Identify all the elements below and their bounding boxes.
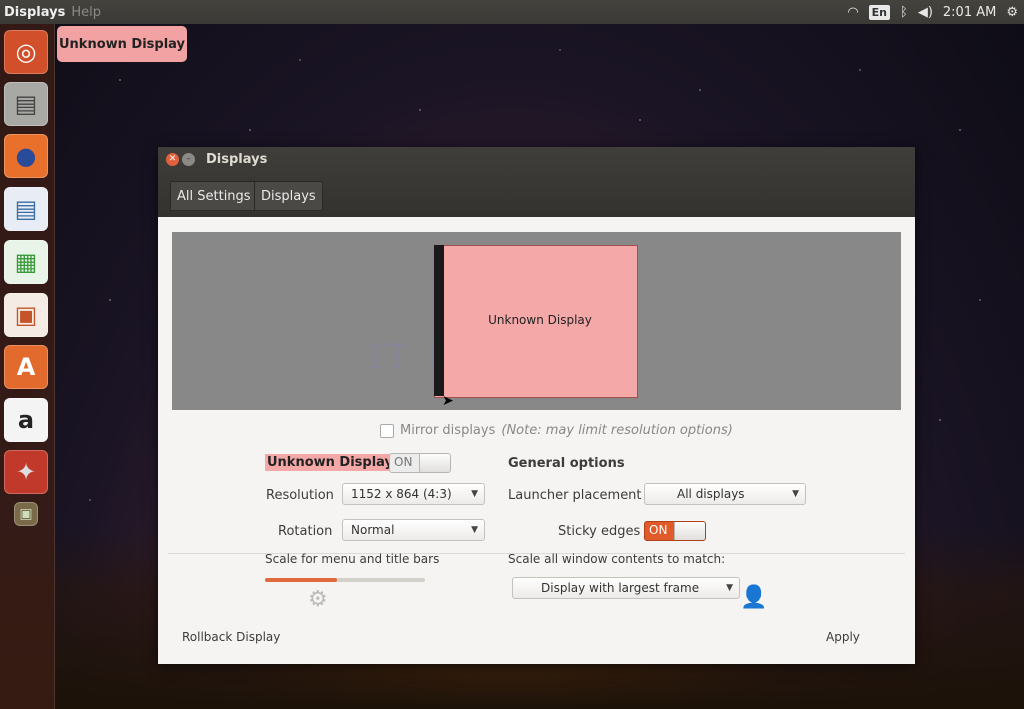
app-menu-title[interactable]: Displays — [4, 5, 65, 20]
amazon-icon[interactable]: a — [4, 398, 48, 442]
ubuntu-icon[interactable]: ◎ — [4, 30, 48, 74]
breadcrumb-all-settings[interactable]: All Settings — [170, 181, 258, 211]
resolution-dropdown[interactable]: 1152 x 864 (4:3) ▼ — [342, 483, 485, 505]
chevron-down-icon: ▼ — [471, 525, 478, 535]
toggle-label: ON — [394, 455, 413, 469]
breadcrumb-displays[interactable]: Displays — [254, 181, 323, 211]
mirror-note: (Note: may limit resolution options) — [501, 423, 733, 438]
volume-icon[interactable]: ◀) — [918, 5, 933, 20]
launcher: ◎ ▤ ● ▤ ▦ ▣ A a ✦ ▣ — [0, 24, 55, 709]
sticky-edges-label: Sticky edges — [558, 524, 641, 539]
scale-slider[interactable] — [265, 578, 425, 582]
general-options-heading: General options — [508, 456, 625, 471]
chevron-down-icon: ▼ — [792, 489, 799, 499]
firefox-icon[interactable]: ● — [4, 134, 48, 178]
toggle-knob — [419, 454, 450, 472]
chevron-down-icon: ▼ — [726, 583, 733, 593]
launcher-placement-value: All displays — [677, 487, 745, 501]
launcher-tooltip: Unknown Display — [57, 26, 187, 62]
gear-icon[interactable]: ⚙ — [1006, 5, 1018, 20]
menu-help[interactable]: Help — [71, 5, 101, 20]
rotation-label: Rotation — [278, 524, 333, 539]
rollback-button[interactable]: Rollback Display — [182, 630, 280, 644]
mirror-label: Mirror displays — [400, 423, 496, 438]
display-on-toggle[interactable]: ON — [389, 453, 451, 473]
displays-window: ✕ – Displays All Settings Displays IT Pr… — [158, 147, 915, 664]
scale-menu-label: Scale for menu and title bars — [265, 552, 440, 566]
indicator-area: ◠ En ᛒ ◀) 2:01 AM ⚙ — [847, 0, 1018, 24]
resolution-label: Resolution — [266, 488, 334, 503]
monitor-edge-bar — [434, 245, 444, 396]
impress-icon[interactable]: ▣ — [4, 293, 48, 337]
launcher-placement-dropdown[interactable]: All displays ▼ — [644, 483, 806, 505]
close-icon[interactable]: ✕ — [166, 153, 179, 166]
wifi-icon[interactable]: ◠ — [847, 5, 858, 20]
display-icon[interactable]: ▣ — [14, 502, 38, 526]
display-name-label: Unknown Display — [265, 454, 396, 471]
software-center-icon[interactable]: A — [4, 345, 48, 389]
scale-slider-fill — [265, 578, 337, 582]
chevron-down-icon: ▼ — [471, 489, 478, 499]
mouse-pointer-icon: ➤ — [442, 393, 454, 409]
writer-icon[interactable]: ▤ — [4, 187, 48, 231]
resolution-value: 1152 x 864 (4:3) — [351, 487, 452, 501]
bluetooth-icon[interactable]: ᛒ — [900, 5, 908, 20]
scale-all-label: Scale all window contents to match: — [508, 552, 726, 566]
toggle-knob — [674, 522, 705, 540]
mirror-displays-row[interactable]: Mirror displays (Note: may limit resolut… — [380, 423, 733, 438]
rotation-dropdown[interactable]: Normal ▼ — [342, 519, 485, 541]
toggle-label: ON — [649, 523, 668, 537]
monitor-preview-label: Unknown Display — [488, 313, 592, 327]
sticky-edges-toggle[interactable]: ON — [644, 521, 706, 541]
window-titlebar[interactable]: ✕ – Displays All Settings Displays — [158, 147, 915, 217]
user-icon: 👤 — [740, 585, 768, 610]
minimize-icon[interactable]: – — [182, 153, 195, 166]
system-settings-icon[interactable]: ✦ — [4, 450, 48, 494]
clock[interactable]: 2:01 AM — [943, 5, 996, 20]
top-panel: Displays Help ◠ En ᛒ ◀) 2:01 AM ⚙ — [0, 0, 1024, 24]
launcher-placement-label: Launcher placement — [508, 488, 642, 503]
rotation-value: Normal — [351, 523, 395, 537]
mirror-checkbox[interactable] — [380, 423, 394, 438]
calc-icon[interactable]: ▦ — [4, 240, 48, 284]
apply-button[interactable]: Apply — [826, 630, 860, 644]
keyboard-layout-indicator[interactable]: En — [868, 4, 891, 20]
window-title: Displays — [206, 152, 268, 167]
scale-all-dropdown[interactable]: Display with largest frame ▼ — [512, 577, 740, 599]
scale-preview-icon: ⚙ — [308, 587, 328, 612]
scale-all-value: Display with largest frame — [541, 581, 700, 595]
files-icon[interactable]: ▤ — [4, 82, 48, 126]
